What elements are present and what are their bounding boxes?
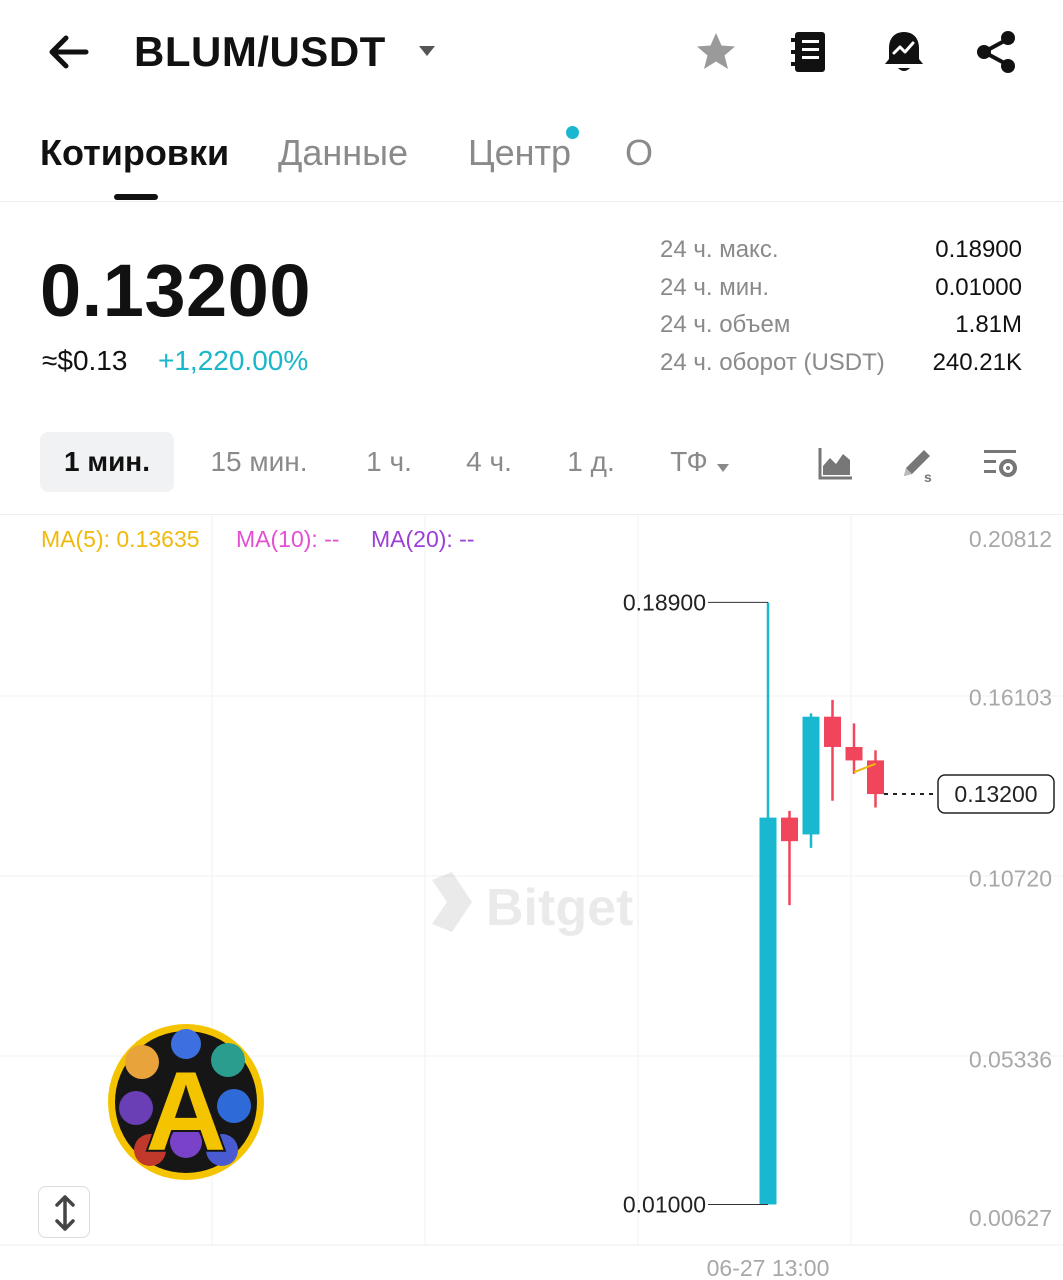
caret-down-icon (716, 434, 730, 494)
ma-legend-item: MA(5): 0.13635 (41, 526, 200, 552)
back-arrow-icon[interactable] (44, 30, 92, 74)
candle-body (824, 716, 841, 747)
stat-label: 24 ч. объем (660, 311, 791, 338)
stat-value: 0.18900 (935, 236, 1022, 263)
header: BLUM/USDT (0, 0, 1063, 105)
stat-label: 24 ч. оборот (USDT) (660, 348, 885, 376)
ma-legend-item: MA(20): -- (371, 526, 475, 552)
star-icon[interactable] (692, 28, 740, 76)
timeframe-15m[interactable]: 15 мин. (196, 432, 322, 492)
axis-scale-toggle[interactable] (38, 1186, 90, 1238)
timeframe-1m[interactable]: 1 мин. (40, 432, 174, 492)
candle-body (845, 746, 863, 761)
timeframe-more-label: ТФ (670, 446, 708, 477)
stat-row: 24 ч. макс. 0.18900 (660, 236, 1022, 274)
stat-value: 240.21K (932, 348, 1022, 376)
candle[interactable] (802, 713, 820, 848)
stat-row: 24 ч. мин. 0.01000 (660, 274, 1022, 312)
tab-center[interactable]: Центр (468, 132, 571, 174)
timeframe-1d[interactable]: 1 д. (554, 432, 628, 492)
candle[interactable] (781, 810, 798, 906)
high-price-label: 0.18900 (623, 589, 706, 615)
last-price-tag-label: 0.13200 (954, 781, 1037, 807)
y-tick-label: 0.10720 (969, 865, 1052, 891)
last-price-tag[interactable]: 0.13200 (937, 774, 1055, 814)
y-tick-label: 0.16103 (969, 684, 1052, 710)
candle[interactable] (867, 750, 884, 808)
stat-row: 24 ч. объем 1.81M (660, 311, 1022, 349)
stat-row: 24 ч. оборот (USDT) 240.21K (660, 349, 1022, 387)
candle-body (802, 716, 820, 835)
bitget-watermark: Bitget (432, 872, 633, 937)
stat-value: 1.81M (955, 311, 1022, 338)
channel-logo: A (106, 1022, 266, 1182)
chart-type-icon[interactable] (816, 444, 856, 484)
tab-quotes[interactable]: Котировки (40, 132, 229, 174)
tab-bar: Котировки Данные Центр О (0, 120, 1063, 202)
trading-pair-title[interactable]: BLUM/USDT (134, 28, 386, 76)
stat-label: 24 ч. мин. (660, 273, 770, 301)
active-tab-indicator (114, 194, 158, 200)
drawing-tools-icon[interactable]: s (898, 444, 938, 485)
timeframe-4h[interactable]: 4 ч. (452, 432, 526, 492)
candle-body (759, 817, 777, 1205)
price-usd: ≈$0.13 (42, 345, 128, 376)
last-price: 0.13200 (40, 249, 311, 332)
stats-panel: 24 ч. макс. 0.18900 24 ч. мин. 0.01000 2… (660, 236, 1022, 386)
stat-value: 0.01000 (935, 273, 1022, 301)
vertical-arrows-icon (55, 1195, 75, 1231)
timeframe-more[interactable]: ТФ (660, 432, 740, 492)
y-tick-label: 0.05336 (969, 1047, 1052, 1073)
logo-letter: A (146, 1049, 227, 1174)
timeframe-bar: 1 мин. 15 мин. 1 ч. 4 ч. 1 д. ТФ s (0, 430, 1063, 496)
ma-legend-item: MA(10): -- (236, 526, 340, 552)
svg-text:s: s (924, 469, 932, 484)
timeframe-1h[interactable]: 1 ч. (352, 432, 426, 492)
price-alert-bell-icon[interactable] (880, 28, 928, 76)
stat-label: 24 ч. макс. (660, 236, 779, 263)
x-tick-label: 06-27 13:00 (707, 1255, 830, 1280)
low-price-label: 0.01000 (623, 1191, 706, 1217)
candle[interactable] (759, 602, 777, 1205)
candle-body (781, 817, 798, 842)
candle[interactable] (824, 699, 841, 801)
pair-dropdown-icon[interactable] (418, 44, 436, 62)
y-tick-label: 0.00627 (969, 1205, 1052, 1231)
notebook-icon[interactable] (786, 28, 834, 76)
watermark-text: Bitget (486, 879, 633, 937)
share-icon[interactable] (972, 28, 1020, 76)
price-change-percent: +1,220.00% (158, 345, 309, 376)
tab-data[interactable]: Данные (278, 132, 408, 174)
tab-about[interactable]: О (625, 132, 653, 174)
notification-dot (566, 126, 579, 139)
indicator-settings-icon[interactable] (980, 444, 1020, 484)
y-tick-label: 0.20812 (969, 526, 1052, 552)
candle[interactable] (845, 723, 863, 774)
